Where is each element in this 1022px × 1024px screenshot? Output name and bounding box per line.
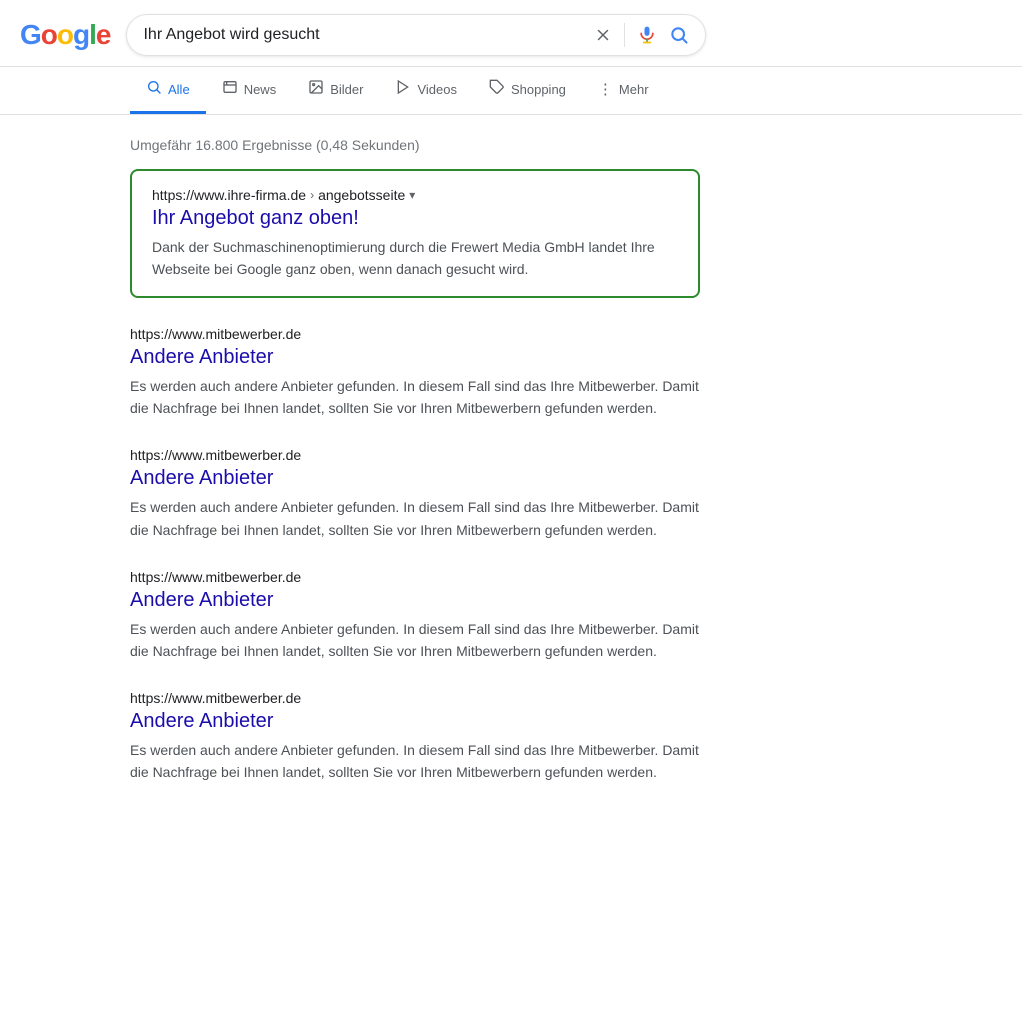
result-title-1[interactable]: Andere Anbieter [130,467,700,490]
result-url-2: https://www.mitbewerber.de [130,569,700,585]
search-button[interactable] [669,25,689,45]
results-container: Umgefähr 16.800 Ergebnisse (0,48 Sekunde… [0,115,720,783]
logo-o2: o [57,19,73,51]
logo-o1: o [41,19,57,51]
result-title-2[interactable]: Andere Anbieter [130,589,700,612]
tab-alle[interactable]: Alle [130,67,206,114]
result-snippet-2: Es werden auch andere Anbieter gefunden.… [130,618,700,662]
tab-shopping[interactable]: Shopping [473,67,582,114]
news-icon [222,79,238,99]
result-item-1: https://www.mitbewerber.de Andere Anbiet… [130,447,700,540]
result-url-1: https://www.mitbewerber.de [130,447,700,463]
logo-g1: G [20,19,41,51]
result-snippet-3: Es werden auch andere Anbieter gefunden.… [130,739,700,783]
logo-l: l [89,19,96,51]
result-item-0: https://www.mitbewerber.de Andere Anbiet… [130,326,700,419]
microphone-icon [637,25,657,45]
results-stats: Umgefähr 16.800 Ergebnisse (0,48 Sekunde… [130,137,700,153]
bilder-icon [308,79,324,99]
tab-alle-label: Alle [168,82,190,97]
search-bar: Ihr Angebot wird gesucht [126,14,706,56]
mehr-icon: ⋮ [598,80,613,98]
result-url-0: https://www.mitbewerber.de [130,326,700,342]
result-title-3[interactable]: Andere Anbieter [130,710,700,733]
tab-bilder-label: Bilder [330,82,363,97]
featured-title[interactable]: Ihr Angebot ganz oben! [152,207,678,230]
search-input[interactable]: Ihr Angebot wird gesucht [143,26,594,44]
tab-bilder[interactable]: Bilder [292,67,379,114]
result-item-3: https://www.mitbewerber.de Andere Anbiet… [130,690,700,783]
featured-snippet: Dank der Suchmaschinenoptimierung durch … [152,236,678,280]
featured-url: https://www.ihre-firma.de › angebotsseit… [152,187,678,203]
shopping-icon [489,79,505,99]
tab-shopping-label: Shopping [511,82,566,97]
google-logo[interactable]: Google [20,19,110,51]
result-url-3: https://www.mitbewerber.de [130,690,700,706]
tab-mehr[interactable]: ⋮ Mehr [582,68,665,113]
tab-videos[interactable]: Videos [379,67,473,114]
featured-domain: https://www.ihre-firma.de [152,187,306,203]
featured-dropdown-icon[interactable]: ▾ [409,188,415,202]
featured-breadcrumb: › [310,188,314,202]
nav-tabs: Alle News Bilder Videos Shopping ⋮ Mehr [0,67,1022,115]
tab-videos-label: Videos [417,82,457,97]
logo-g2: g [73,19,89,51]
result-item-2: https://www.mitbewerber.de Andere Anbiet… [130,569,700,662]
tab-news[interactable]: News [206,67,293,114]
tab-mehr-label: Mehr [619,82,649,97]
result-snippet-1: Es werden auch andere Anbieter gefunden.… [130,496,700,540]
logo-e: e [96,19,111,51]
search-icons [594,23,689,47]
videos-icon [395,79,411,99]
clear-icon [594,26,612,44]
voice-search-button[interactable] [637,25,657,45]
result-snippet-0: Es werden auch andere Anbieter gefunden.… [130,375,700,419]
clear-button[interactable] [594,26,612,44]
featured-path: angebotsseite [318,187,405,203]
divider [624,23,625,47]
alle-icon [146,79,162,99]
header: Google Ihr Angebot wird gesucht [0,0,1022,67]
tab-news-label: News [244,82,277,97]
featured-result: https://www.ihre-firma.de › angebotsseit… [130,169,700,298]
result-title-0[interactable]: Andere Anbieter [130,346,700,369]
search-icon [669,25,689,45]
